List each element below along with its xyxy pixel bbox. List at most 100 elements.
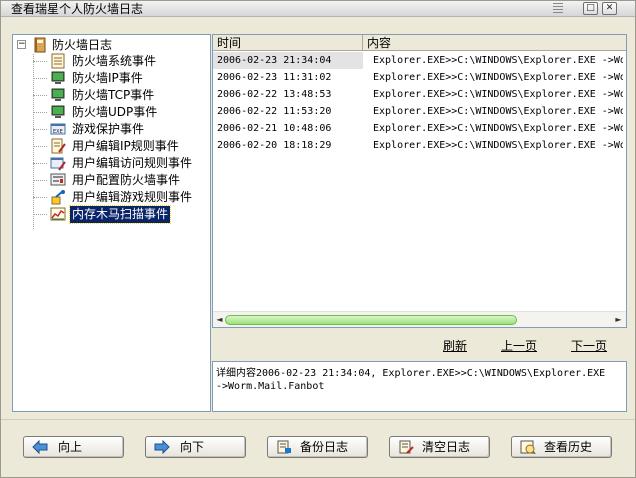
tree-item-label: 防火墙系统事件 bbox=[72, 54, 157, 68]
scrollbar-thumb[interactable] bbox=[225, 315, 517, 325]
log-detail-panel[interactable]: 详细内容2006-02-23 21:34:04, Explorer.EXE>>C… bbox=[212, 361, 627, 412]
document-edit-icon bbox=[50, 138, 66, 154]
table-row[interactable]: 2006-02-23 11:31:02 Explorer.EXE>>C:\WIN… bbox=[213, 69, 626, 86]
row-time: 2006-02-23 21:34:04 bbox=[217, 55, 332, 66]
detail-line-1: 详细内容2006-02-23 21:34:04, Explorer.EXE>>C… bbox=[216, 368, 606, 379]
document-icon bbox=[50, 53, 66, 69]
exe-edit-icon bbox=[50, 155, 66, 171]
table-row[interactable]: 2006-02-20 18:18:29 Explorer.EXE>>C:\WIN… bbox=[213, 137, 626, 154]
table-row[interactable]: 2006-02-22 13:48:53 Explorer.EXE>>C:\WIN… bbox=[213, 86, 626, 103]
refresh-link[interactable]: 刷新 bbox=[443, 337, 467, 354]
row-content: Explorer.EXE>>C:\WINDOWS\Explorer.EXE ->… bbox=[373, 123, 623, 134]
backup-log-label: 备份日志 bbox=[300, 440, 349, 454]
down-button-label: 向下 bbox=[180, 440, 205, 454]
column-header-content[interactable]: 内容 bbox=[363, 35, 626, 51]
log-table-header: 时间 内容 bbox=[213, 35, 626, 51]
tree-connector bbox=[33, 146, 47, 147]
row-time: 2006-02-23 11:31:02 bbox=[217, 72, 332, 83]
title-grip-icon bbox=[553, 3, 563, 15]
tree-connector bbox=[33, 163, 47, 164]
table-row[interactable]: 2006-02-22 11:53:20 Explorer.EXE>>C:\WIN… bbox=[213, 103, 626, 120]
tree-item-ip-rule-edit[interactable]: 用户编辑IP规则事件 bbox=[13, 138, 210, 155]
tree-item-memory-trojan-scan[interactable]: 内存木马扫描事件 bbox=[13, 205, 210, 224]
tree-connector bbox=[33, 197, 47, 198]
tree-connector bbox=[33, 95, 47, 96]
tree-item-label: 防火墙IP事件 bbox=[72, 71, 143, 85]
tree-connector bbox=[33, 78, 47, 79]
tree-item-label: 内存木马扫描事件 bbox=[68, 205, 172, 224]
row-content: Explorer.EXE>>C:\WINDOWS\Explorer.EXE ->… bbox=[373, 89, 623, 100]
tree-item-label: 防火墙TCP事件 bbox=[72, 88, 155, 102]
arrow-left-icon bbox=[32, 439, 48, 455]
row-time: 2006-02-20 18:18:29 bbox=[217, 140, 332, 151]
tree-item-label: 防火墙UDP事件 bbox=[72, 105, 158, 119]
clear-icon bbox=[398, 440, 414, 454]
tree-connector bbox=[33, 180, 47, 181]
monitor-icon bbox=[50, 104, 66, 120]
arrow-right-icon bbox=[154, 439, 170, 455]
history-icon bbox=[520, 440, 536, 455]
backup-icon bbox=[276, 440, 292, 454]
down-button[interactable]: 向下 bbox=[145, 436, 246, 458]
tree-connector bbox=[33, 61, 47, 62]
row-time: 2006-02-21 10:48:06 bbox=[217, 123, 332, 134]
tree-item-label: 用户配置防火墙事件 bbox=[72, 173, 181, 187]
scan-chart-icon bbox=[50, 206, 66, 222]
tree-item-label: 用户编辑访问规则事件 bbox=[72, 156, 193, 170]
tree-connector bbox=[33, 214, 47, 215]
tree-item-label: 游戏保护事件 bbox=[72, 122, 145, 136]
scroll-left-icon[interactable]: ◄ bbox=[214, 314, 225, 325]
view-history-button[interactable]: 查看历史 bbox=[511, 436, 612, 458]
tree-item-system-events[interactable]: 防火墙系统事件 bbox=[13, 53, 210, 70]
log-table-body: 2006-02-23 21:34:04 Explorer.EXE>>C:\WIN… bbox=[213, 52, 626, 154]
clear-log-button[interactable]: 清空日志 bbox=[389, 436, 490, 458]
column-header-time[interactable]: 时间 bbox=[213, 35, 363, 51]
title-bar[interactable]: 查看瑞星个人防火墙日志 □ ✕ bbox=[1, 1, 635, 17]
tree-item-game-rule-edit[interactable]: 用户编辑游戏规则事件 bbox=[13, 189, 210, 206]
tree-item-game-protection[interactable]: EXE 游戏保护事件 bbox=[13, 121, 210, 138]
row-content: Explorer.EXE>>C:\WINDOWS\Explorer.EXE ->… bbox=[373, 55, 623, 66]
settings-panel-icon bbox=[50, 172, 66, 188]
prev-page-link[interactable]: 上一页 bbox=[501, 337, 537, 354]
tree-connector bbox=[33, 112, 47, 113]
window-title: 查看瑞星个人防火墙日志 bbox=[11, 2, 144, 16]
tree-item-firewall-config[interactable]: 用户配置防火墙事件 bbox=[13, 172, 210, 189]
row-time: 2006-02-22 13:48:53 bbox=[217, 89, 332, 100]
backup-log-button[interactable]: 备份日志 bbox=[267, 436, 368, 458]
divider bbox=[1, 419, 635, 420]
row-content: Explorer.EXE>>C:\WINDOWS\Explorer.EXE ->… bbox=[373, 140, 623, 151]
svg-text:EXE: EXE bbox=[53, 129, 63, 135]
monitor-icon bbox=[50, 87, 66, 103]
close-button[interactable]: ✕ bbox=[602, 2, 617, 15]
clear-log-label: 清空日志 bbox=[422, 440, 471, 454]
tools-icon bbox=[50, 189, 66, 205]
tree-item-access-rule-edit[interactable]: 用户编辑访问规则事件 bbox=[13, 155, 210, 172]
log-book-icon bbox=[32, 37, 48, 53]
exe-icon: EXE bbox=[50, 121, 66, 137]
log-viewer-window: 查看瑞星个人防火墙日志 □ ✕ − 防火墙日志 防火墙系统事件 防火墙IP事件 … bbox=[0, 0, 636, 478]
log-category-tree[interactable]: − 防火墙日志 防火墙系统事件 防火墙IP事件 防火墙TCP事件 防火墙UDP事… bbox=[12, 34, 211, 412]
monitor-icon bbox=[50, 70, 66, 86]
tree-item-ip-events[interactable]: 防火墙IP事件 bbox=[13, 70, 210, 87]
scroll-right-icon[interactable]: ► bbox=[613, 314, 624, 325]
log-table[interactable]: 时间 内容 2006-02-23 21:34:04 Explorer.EXE>>… bbox=[212, 34, 627, 328]
row-time: 2006-02-22 11:53:20 bbox=[217, 106, 332, 117]
table-row[interactable]: 2006-02-21 10:48:06 Explorer.EXE>>C:\WIN… bbox=[213, 120, 626, 137]
up-button[interactable]: 向上 bbox=[23, 436, 124, 458]
tree-connector bbox=[33, 129, 47, 130]
row-content: Explorer.EXE>>C:\WINDOWS\Explorer.EXE ->… bbox=[373, 106, 623, 117]
tree-root-label: 防火墙日志 bbox=[52, 38, 113, 52]
horizontal-scrollbar[interactable]: ◄ ► bbox=[213, 311, 626, 327]
maximize-button[interactable]: □ bbox=[583, 2, 598, 15]
table-row[interactable]: 2006-02-23 21:34:04 Explorer.EXE>>C:\WIN… bbox=[213, 52, 626, 69]
next-page-link[interactable]: 下一页 bbox=[571, 337, 607, 354]
tree-item-label: 用户编辑游戏规则事件 bbox=[72, 190, 193, 204]
collapse-icon[interactable]: − bbox=[17, 40, 26, 49]
row-content: Explorer.EXE>>C:\WINDOWS\Explorer.EXE ->… bbox=[373, 72, 623, 83]
tree-item-tcp-events[interactable]: 防火墙TCP事件 bbox=[13, 87, 210, 104]
tree-item-list: 防火墙系统事件 防火墙IP事件 防火墙TCP事件 防火墙UDP事件 EXE 游戏… bbox=[13, 53, 210, 224]
tree-item-label: 用户编辑IP规则事件 bbox=[72, 139, 179, 153]
detail-line-2: ->Worm.Mail.Fanbot bbox=[216, 381, 325, 392]
tree-item-udp-events[interactable]: 防火墙UDP事件 bbox=[13, 104, 210, 121]
view-history-label: 查看历史 bbox=[544, 440, 593, 454]
